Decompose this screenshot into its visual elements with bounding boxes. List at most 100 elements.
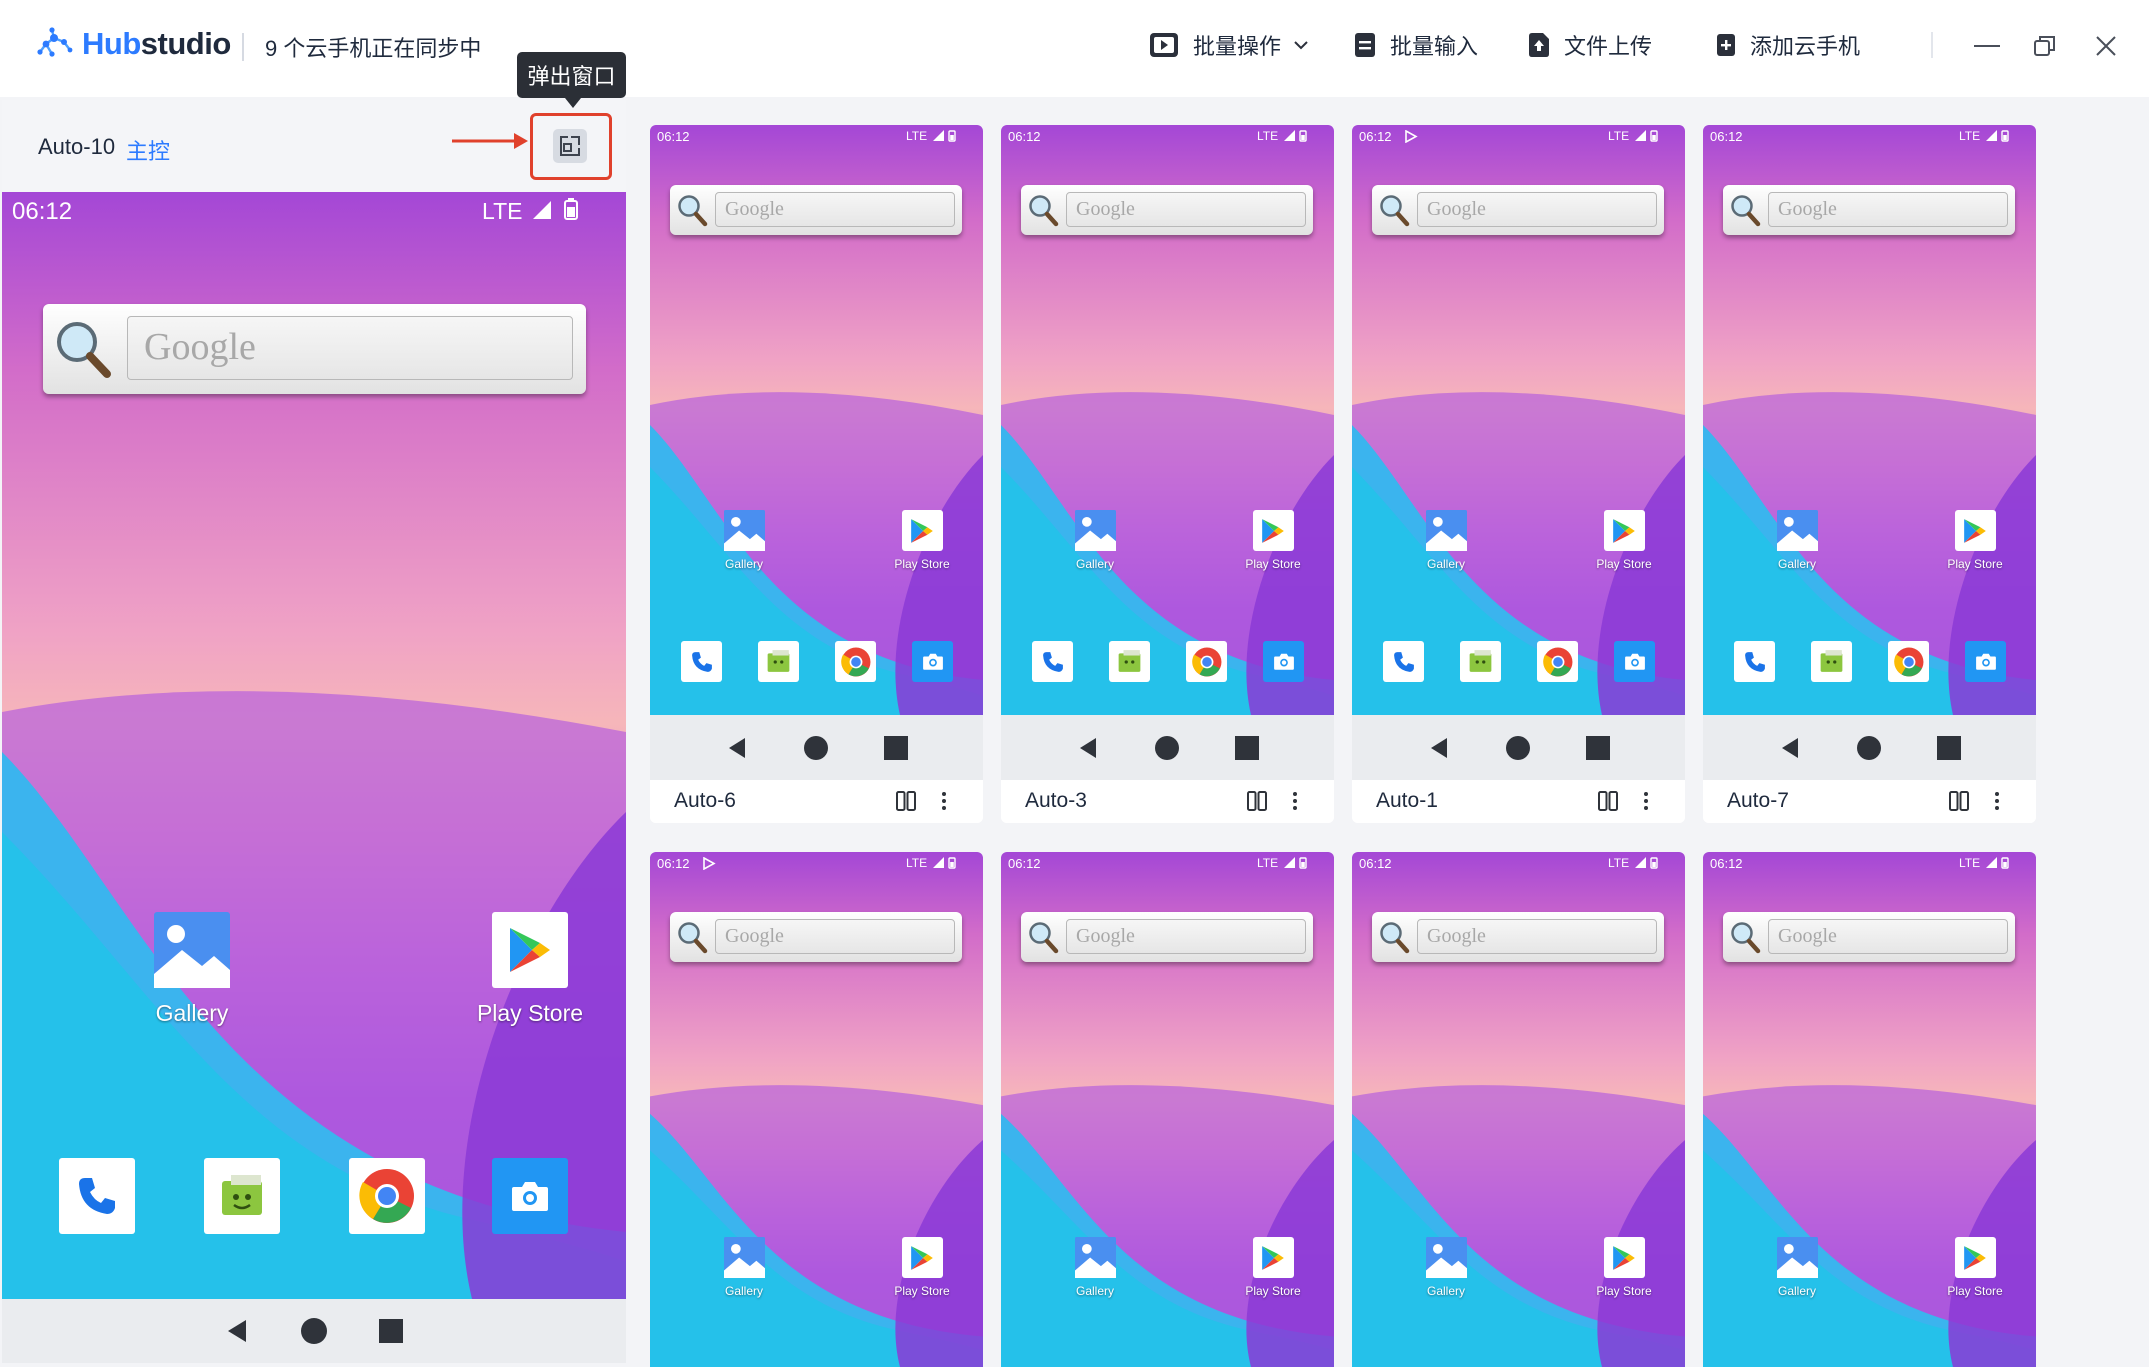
batch-input-button[interactable]: 批量输入	[1354, 29, 1478, 61]
play-store-app[interactable]: Play Store	[887, 510, 957, 571]
recents-icon[interactable]	[1936, 735, 1961, 760]
play-store-app[interactable]: Play Store	[1238, 1237, 1308, 1298]
home-icon[interactable]	[300, 1317, 328, 1345]
gallery-app[interactable]: Gallery	[714, 1237, 774, 1298]
more-vertical-icon[interactable]	[1291, 790, 1299, 812]
camera-app[interactable]	[1965, 641, 2006, 682]
gallery-app[interactable]: Gallery	[714, 510, 774, 571]
play-store-app[interactable]: Play Store	[887, 1237, 957, 1298]
home-icon[interactable]	[1505, 735, 1530, 760]
add-cloud-phone-button[interactable]: 添加云手机	[1716, 29, 1860, 61]
messaging-app[interactable]	[1109, 641, 1150, 682]
restore-icon[interactable]	[2033, 34, 2057, 58]
camera-app[interactable]	[912, 641, 953, 682]
device-card[interactable]: 06:12 LTE Google Gallery Play Store	[1001, 852, 1334, 1367]
device-screen[interactable]: 06:12 LTE Google Gallery Play Store	[650, 125, 983, 715]
file-upload-button[interactable]: 文件上传	[1528, 29, 1652, 61]
recents-icon[interactable]	[378, 1318, 404, 1344]
messaging-app[interactable]	[1811, 641, 1852, 682]
device-card[interactable]: 06:12 LTE Google Gallery Play Store	[1352, 852, 1685, 1367]
google-search-widget[interactable]: Google	[1372, 912, 1664, 962]
chrome-app[interactable]	[1186, 641, 1227, 682]
messaging-app[interactable]	[1460, 641, 1501, 682]
gallery-app[interactable]: Gallery	[142, 912, 242, 1027]
device-card[interactable]: 06:12 LTE Google Gallery Play Store	[1001, 125, 1334, 823]
google-search-widget[interactable]: Google	[1723, 185, 2015, 235]
google-search-widget[interactable]: Google	[43, 304, 586, 394]
play-store-app[interactable]: Play Store	[1238, 510, 1308, 571]
chrome-app[interactable]	[835, 641, 876, 682]
play-store-app[interactable]: Play Store	[1940, 510, 2010, 571]
home-icon[interactable]	[1856, 735, 1881, 760]
google-search-widget[interactable]: Google	[670, 185, 962, 235]
chrome-app[interactable]	[1888, 641, 1929, 682]
device-card[interactable]: 06:12 LTE Google Gallery Play Store	[1703, 125, 2036, 823]
home-icon[interactable]	[803, 735, 828, 760]
device-card[interactable]: 06:12 LTE Google Gallery Play Store	[650, 125, 983, 823]
device-screen[interactable]: 06:12 LTE Google Gallery Play Store	[1001, 852, 1334, 1367]
google-search-field[interactable]: Google	[1768, 919, 2008, 954]
split-view-icon[interactable]	[1597, 790, 1619, 812]
device-card[interactable]: 06:12 LTE Google Gallery Play Store	[1703, 852, 2036, 1367]
play-store-app[interactable]: Play Store	[470, 912, 590, 1027]
camera-app[interactable]	[492, 1158, 568, 1234]
recents-icon[interactable]	[1585, 735, 1610, 760]
messaging-app[interactable]	[204, 1158, 280, 1234]
back-icon[interactable]	[1077, 737, 1099, 759]
back-icon[interactable]	[726, 737, 748, 759]
gallery-app[interactable]: Gallery	[1065, 1237, 1125, 1298]
google-search-field[interactable]: Google	[1066, 192, 1306, 227]
device-screen[interactable]: 06:12 LTE Google Gallery Play Store	[1703, 125, 2036, 715]
device-card[interactable]: 06:12 LTE Google Gallery Play Store	[1352, 125, 1685, 823]
back-icon[interactable]	[1779, 737, 1801, 759]
split-view-icon[interactable]	[1246, 790, 1268, 812]
popout-window-button[interactable]	[553, 129, 587, 163]
chrome-app[interactable]	[349, 1158, 425, 1234]
google-search-widget[interactable]: Google	[1723, 912, 2015, 962]
google-search-widget[interactable]: Google	[1021, 185, 1313, 235]
recents-icon[interactable]	[883, 735, 908, 760]
phone-app[interactable]	[681, 641, 722, 682]
google-search-field[interactable]: Google	[1768, 192, 2008, 227]
phone-app[interactable]	[59, 1158, 135, 1234]
google-search-field[interactable]: Google	[715, 192, 955, 227]
phone-app[interactable]	[1734, 641, 1775, 682]
split-view-icon[interactable]	[1948, 790, 1970, 812]
google-search-field[interactable]: Google	[1417, 192, 1657, 227]
play-store-app[interactable]: Play Store	[1589, 1237, 1659, 1298]
google-search-field[interactable]: Google	[715, 919, 955, 954]
gallery-app[interactable]: Gallery	[1767, 1237, 1827, 1298]
more-vertical-icon[interactable]	[1642, 790, 1650, 812]
device-screen[interactable]: 06:12 LTE Google Gallery Play Store	[1001, 125, 1334, 715]
gallery-app[interactable]: Gallery	[1416, 510, 1476, 571]
phone-app[interactable]	[1032, 641, 1073, 682]
google-search-widget[interactable]: Google	[670, 912, 962, 962]
more-vertical-icon[interactable]	[940, 790, 948, 812]
google-search-field[interactable]: Google	[1066, 919, 1306, 954]
messaging-app[interactable]	[758, 641, 799, 682]
camera-app[interactable]	[1614, 641, 1655, 682]
close-icon[interactable]	[2094, 34, 2118, 58]
master-phone-screen[interactable]: 06:12 LTE Google Gallery Play Store	[2, 192, 626, 1299]
google-search-widget[interactable]: Google	[1021, 912, 1313, 962]
recents-icon[interactable]	[1234, 735, 1259, 760]
device-screen[interactable]: 06:12 LTE Google Gallery Play Store	[1703, 852, 2036, 1367]
gallery-app[interactable]: Gallery	[1416, 1237, 1476, 1298]
play-store-app[interactable]: Play Store	[1589, 510, 1659, 571]
device-card[interactable]: 06:12 LTE Google Gallery Play Store	[650, 852, 983, 1367]
play-store-app[interactable]: Play Store	[1940, 1237, 2010, 1298]
back-icon[interactable]	[224, 1318, 250, 1344]
device-screen[interactable]: 06:12 LTE Google Gallery Play Store	[1352, 852, 1685, 1367]
device-screen[interactable]: 06:12 LTE Google Gallery Play Store	[650, 852, 983, 1367]
phone-app[interactable]	[1383, 641, 1424, 682]
minimize-icon[interactable]	[1972, 36, 2002, 56]
google-search-widget[interactable]: Google	[1372, 185, 1664, 235]
back-icon[interactable]	[1428, 737, 1450, 759]
camera-app[interactable]	[1263, 641, 1304, 682]
more-vertical-icon[interactable]	[1993, 790, 2001, 812]
google-search-field[interactable]: Google	[127, 316, 573, 380]
batch-ops-button[interactable]: 批量操作	[1149, 29, 1309, 61]
google-search-field[interactable]: Google	[1417, 919, 1657, 954]
chrome-app[interactable]	[1537, 641, 1578, 682]
gallery-app[interactable]: Gallery	[1065, 510, 1125, 571]
